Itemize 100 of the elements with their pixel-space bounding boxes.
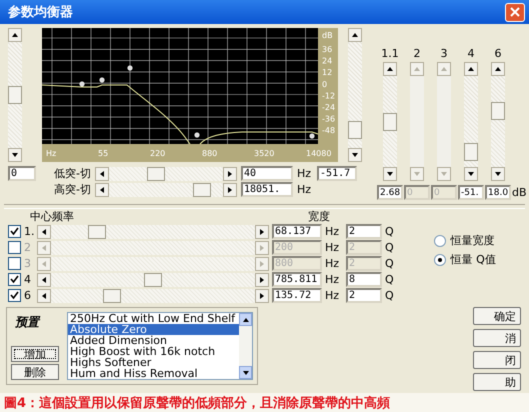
preset-button[interactable]: 删除 xyxy=(11,364,59,380)
band-gain-field[interactable]: -51. xyxy=(458,185,484,200)
unit-label: Hz xyxy=(296,167,312,180)
axis-label: 220 xyxy=(150,149,166,158)
slider-thumb[interactable] xyxy=(103,288,122,302)
scroll-arrow-button[interactable] xyxy=(94,166,109,180)
width-field[interactable]: 8 xyxy=(346,272,382,287)
gain-field[interactable]: -51.7 xyxy=(317,166,358,181)
unit-label: Q xyxy=(385,225,394,238)
down-arrow-icon xyxy=(242,370,250,376)
axis-label: -24 xyxy=(322,103,336,112)
band-label: 2 xyxy=(24,241,32,254)
width-field[interactable]: 2 xyxy=(346,288,382,303)
dialog-button[interactable]: 确定 xyxy=(473,307,521,325)
slider-thumb[interactable] xyxy=(147,166,166,180)
band-label: 4 xyxy=(24,273,32,286)
unit-label: Hz xyxy=(325,225,340,238)
scroll-arrow-button[interactable] xyxy=(8,28,22,42)
scroll-arrow-button[interactable] xyxy=(383,167,397,181)
control-point[interactable] xyxy=(127,65,133,71)
scroll-arrow-button[interactable] xyxy=(37,272,51,286)
slider-thumb[interactable] xyxy=(383,112,397,131)
gain-field[interactable]: 0 xyxy=(8,166,36,181)
slider-thumb[interactable] xyxy=(193,182,212,196)
control-point[interactable] xyxy=(309,133,315,139)
scroll-arrow-button[interactable] xyxy=(491,167,505,181)
band-gain-field[interactable]: 18.0 xyxy=(485,185,511,200)
dialog-button[interactable]: 消 xyxy=(473,329,521,347)
scroll-arrow-button[interactable] xyxy=(383,62,397,76)
scroll-arrow-button[interactable] xyxy=(464,62,478,76)
dialog-button[interactable]: 闭 xyxy=(473,351,521,369)
band-label: 1. xyxy=(24,225,34,238)
checkbox[interactable] xyxy=(8,241,21,254)
slider-thumb[interactable] xyxy=(491,102,505,120)
checkbox[interactable] xyxy=(8,289,21,302)
down-arrow-icon xyxy=(467,171,475,177)
slider-thumb[interactable] xyxy=(348,121,362,140)
axis-label: 36 xyxy=(322,45,332,54)
unit-label: Hz xyxy=(325,257,340,270)
axis-label: -12 xyxy=(322,91,336,100)
checkbox[interactable] xyxy=(8,225,21,238)
scroll-arrow-button[interactable] xyxy=(348,148,362,162)
up-arrow-icon xyxy=(440,66,448,72)
cut-label: 高突-切 xyxy=(54,182,91,197)
column-header: 中心频率 xyxy=(30,209,75,223)
unit-label: Hz xyxy=(325,273,340,286)
close-button[interactable] xyxy=(505,2,525,22)
axis-label: Hz xyxy=(46,149,56,158)
up-arrow-icon xyxy=(467,66,475,72)
scroll-arrow-button[interactable] xyxy=(464,167,478,181)
down-arrow-icon xyxy=(413,171,421,177)
unit-label: Q xyxy=(385,257,394,270)
radio-button[interactable] xyxy=(434,254,446,266)
scrollbar[interactable] xyxy=(239,313,252,379)
scroll-arrow-button[interactable] xyxy=(491,62,505,76)
group-title: 预置 xyxy=(15,314,42,331)
scroll-arrow-button[interactable] xyxy=(8,148,22,162)
scroll-arrow-button[interactable] xyxy=(255,288,269,302)
band-label: 3 xyxy=(440,47,448,60)
down-arrow-icon xyxy=(440,171,448,177)
scroll-arrow-button[interactable] xyxy=(37,288,51,302)
unit-label: Q xyxy=(385,273,394,286)
control-point[interactable] xyxy=(99,77,105,83)
band-gain-field[interactable]: 2.68 xyxy=(377,185,403,200)
radio-label: 恒量 Q值 xyxy=(450,252,496,267)
up-arrow-icon xyxy=(351,32,359,38)
slider-thumb[interactable] xyxy=(8,86,22,104)
axis-label: 880 xyxy=(202,149,218,158)
list-item[interactable]: Absolute Zero xyxy=(68,324,239,335)
scroll-arrow-button[interactable] xyxy=(255,224,269,238)
checkbox[interactable] xyxy=(8,273,21,286)
control-point[interactable] xyxy=(194,132,200,138)
slider-thumb[interactable] xyxy=(88,224,106,238)
unit-label: Q xyxy=(385,289,394,302)
down-arrow-icon xyxy=(494,171,502,177)
scroll-arrow-button[interactable] xyxy=(255,272,269,286)
scroll-arrow-button[interactable] xyxy=(37,224,51,238)
cut-frequency-field[interactable]: 40 xyxy=(240,166,293,181)
width-field[interactable]: 2 xyxy=(346,224,382,239)
scroll-arrow-button[interactable] xyxy=(222,166,237,180)
frequency-field[interactable]: 785.811 xyxy=(272,272,322,287)
slider-thumb[interactable] xyxy=(144,272,162,286)
dialog-button[interactable]: 助 xyxy=(473,373,521,391)
scroll-arrow-button[interactable] xyxy=(94,182,109,196)
up-arrow-icon xyxy=(494,66,502,72)
scroll-arrow-button[interactable] xyxy=(222,182,237,196)
band-label: 3 xyxy=(24,257,32,270)
unit-label: Hz xyxy=(325,241,340,254)
up-arrow-icon xyxy=(242,316,250,322)
frequency-field[interactable]: 135.72 xyxy=(272,288,322,303)
down-arrow-icon xyxy=(386,171,394,177)
radio-button[interactable] xyxy=(434,234,446,246)
band-label: 6 xyxy=(24,289,32,302)
checkbox[interactable] xyxy=(8,257,21,270)
control-point[interactable] xyxy=(79,81,85,87)
frequency-field[interactable]: 68.137 xyxy=(272,224,322,239)
scroll-arrow-button[interactable] xyxy=(348,28,362,42)
cut-frequency-field[interactable]: 18051. xyxy=(240,182,293,197)
close-icon xyxy=(510,7,520,17)
slider-thumb[interactable] xyxy=(464,143,478,162)
